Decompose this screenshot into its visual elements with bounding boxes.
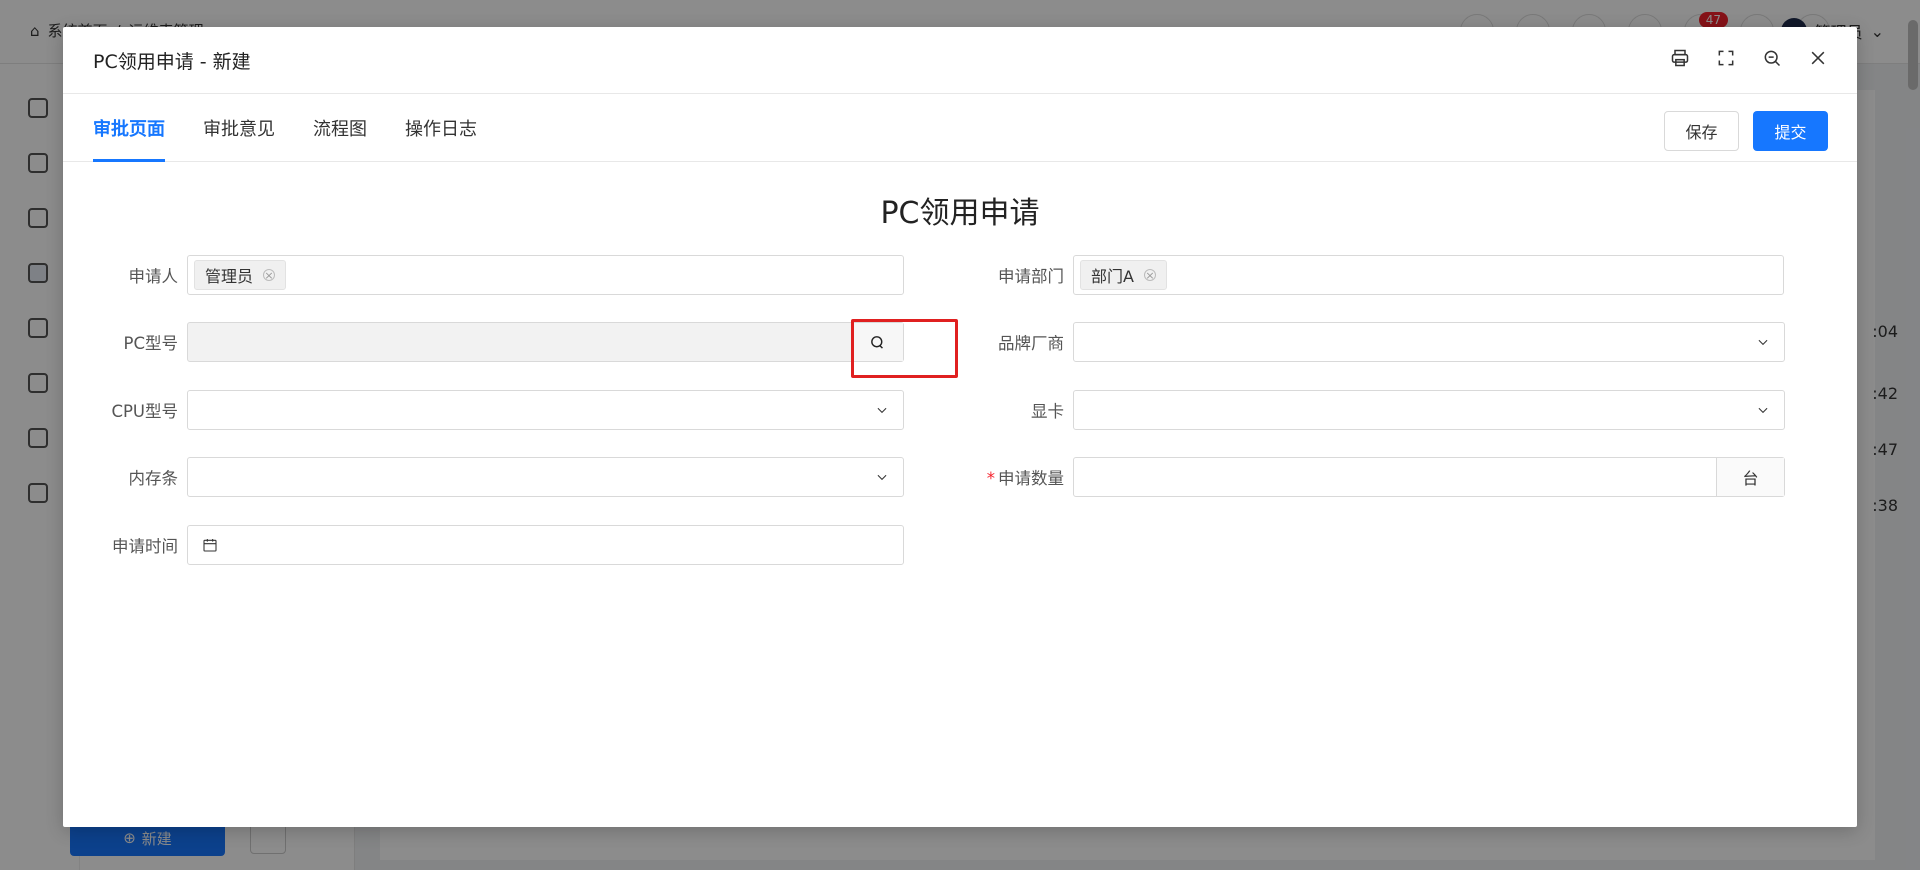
modal-actions bbox=[1669, 47, 1829, 69]
remove-tag-icon[interactable]: × bbox=[263, 269, 276, 281]
form-title: PC领用申请 bbox=[880, 196, 1040, 231]
highlight-box bbox=[851, 319, 958, 378]
fullscreen-icon[interactable] bbox=[1715, 47, 1737, 69]
modal-header: PC领用申请 - 新建 bbox=[63, 27, 1857, 94]
print-icon[interactable] bbox=[1669, 47, 1691, 69]
pc-model-field[interactable] bbox=[187, 322, 904, 362]
department-field[interactable]: 部门A × bbox=[1073, 255, 1784, 295]
tab-approval-opinion[interactable]: 审批意见 bbox=[203, 94, 275, 162]
applicant-tag: 管理员 × bbox=[194, 260, 287, 290]
close-icon[interactable] bbox=[1807, 47, 1829, 69]
apply-time-row: 申请时间 bbox=[87, 525, 904, 565]
applicant-tag-label: 管理员 bbox=[205, 267, 254, 286]
quantity-input[interactable]: 台 bbox=[1073, 457, 1785, 497]
pc-model-label: PC型号 bbox=[123, 334, 178, 353]
apply-time-label: 申请时间 bbox=[112, 537, 178, 556]
quantity-unit: 台 bbox=[1716, 458, 1784, 496]
quantity-row: * 申请数量 台 bbox=[973, 457, 1785, 497]
cpu-select[interactable] bbox=[187, 390, 904, 430]
applicant-label: 申请人 bbox=[128, 267, 179, 286]
modal-dialog: PC领用申请 - 新建 审批页面 审批意见 流程图 操作日志 保存 提交 PC领… bbox=[63, 27, 1857, 827]
cpu-label: CPU型号 bbox=[111, 402, 178, 421]
quantity-label: * 申请数量 bbox=[973, 465, 1073, 489]
memory-row: 内存条 bbox=[87, 457, 904, 497]
department-tag-label: 部门A bbox=[1091, 267, 1134, 286]
applicant-field[interactable]: 管理员 × bbox=[187, 255, 904, 295]
cpu-row: CPU型号 bbox=[87, 390, 904, 430]
chevron-down-icon bbox=[1756, 403, 1770, 417]
zoom-out-icon[interactable] bbox=[1761, 47, 1783, 69]
applicant-row: 申请人 管理员 × bbox=[87, 255, 904, 295]
brand-row: 品牌厂商 bbox=[973, 322, 1785, 362]
department-label: 申请部门 bbox=[998, 267, 1064, 286]
brand-select[interactable] bbox=[1073, 322, 1785, 362]
gpu-row: 显卡 bbox=[973, 390, 1785, 430]
required-mark: * bbox=[986, 469, 995, 488]
tab-flowchart[interactable]: 流程图 bbox=[313, 94, 367, 162]
save-button[interactable]: 保存 bbox=[1664, 111, 1739, 151]
pc-model-row: PC型号 bbox=[87, 322, 904, 362]
memory-label: 内存条 bbox=[128, 469, 179, 488]
apply-time-picker[interactable] bbox=[187, 525, 904, 565]
submit-button[interactable]: 提交 bbox=[1753, 111, 1828, 151]
gpu-select[interactable] bbox=[1073, 390, 1785, 430]
memory-select[interactable] bbox=[187, 457, 904, 497]
chevron-down-icon bbox=[875, 403, 889, 417]
chevron-down-icon bbox=[1756, 335, 1770, 349]
brand-label: 品牌厂商 bbox=[998, 334, 1064, 353]
tab-operation-log[interactable]: 操作日志 bbox=[405, 94, 477, 162]
gpu-label: 显卡 bbox=[1031, 402, 1064, 421]
quantity-label-text: 申请数量 bbox=[998, 469, 1064, 488]
tabs-bar: 审批页面 审批意见 流程图 操作日志 保存 提交 bbox=[63, 94, 1857, 162]
department-row: 申请部门 部门A × bbox=[973, 255, 1784, 295]
department-tag: 部门A × bbox=[1080, 260, 1167, 290]
chevron-down-icon bbox=[875, 470, 889, 484]
calendar-icon bbox=[202, 537, 218, 553]
remove-tag-icon[interactable]: × bbox=[1143, 269, 1156, 281]
tab-approval-page[interactable]: 审批页面 bbox=[93, 94, 165, 162]
modal-title: PC领用申请 - 新建 bbox=[93, 50, 251, 73]
